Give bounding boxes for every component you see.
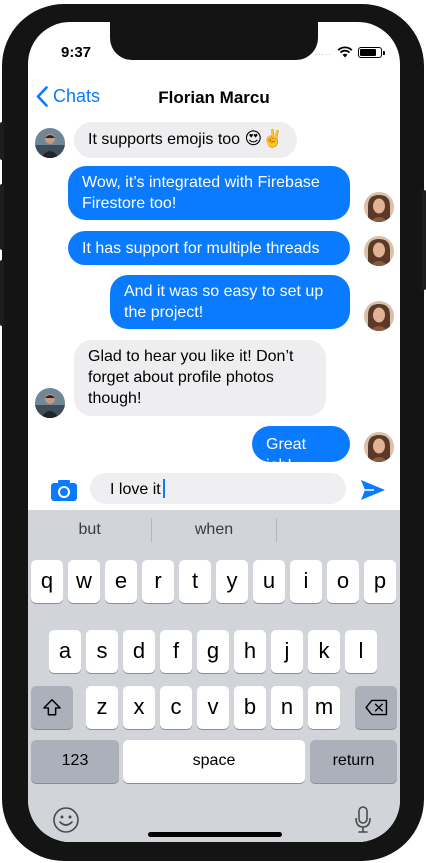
avatar-user (364, 192, 394, 222)
shift-key[interactable] (31, 686, 73, 729)
phone-frame: 9:37 ..... Chats Florian Marcu It suppor… (0, 4, 426, 861)
key-z[interactable]: z (86, 686, 118, 729)
key-p[interactable]: p (364, 560, 396, 603)
emoji-icon[interactable] (52, 806, 80, 834)
signal-indicator: ..... (314, 47, 332, 57)
avatar-florian (35, 128, 65, 158)
key-k[interactable]: k (308, 630, 340, 673)
conversation-title: Florian Marcu (158, 88, 270, 107)
message-line: Firestore too! (82, 195, 177, 212)
return-key[interactable]: return (310, 740, 397, 783)
avatar-florian (35, 388, 65, 418)
key-x[interactable]: x (123, 686, 155, 729)
numbers-key[interactable]: 123 (31, 740, 119, 783)
delete-key[interactable] (355, 686, 397, 729)
key-n[interactable]: n (271, 686, 303, 729)
key-d[interactable]: d (123, 630, 155, 673)
avatar-user (364, 432, 394, 462)
notch (110, 22, 318, 60)
message-line: Wow, it’s integrated with Firebase (82, 174, 320, 191)
volume-up-button (0, 184, 4, 250)
key-o[interactable]: o (327, 560, 359, 603)
key-j[interactable]: j (271, 630, 303, 673)
key-y[interactable]: y (216, 560, 248, 603)
status-time: 9:37 (61, 44, 92, 61)
shift-icon (43, 699, 61, 716)
key-m[interactable]: m (308, 686, 340, 729)
message-input-value: I love it (110, 481, 161, 498)
status-indicators: ..... (314, 46, 385, 58)
key-v[interactable]: v (197, 686, 229, 729)
key-t[interactable]: t (179, 560, 211, 603)
message-line: Glad to hear you like it! Don’t (88, 348, 294, 365)
key-a[interactable]: a (49, 630, 81, 673)
key-h[interactable]: h (234, 630, 266, 673)
key-g[interactable]: g (197, 630, 229, 673)
suggestion-3[interactable] (277, 510, 400, 550)
message-input[interactable]: I love it (90, 473, 346, 504)
message-bubble-outgoing[interactable]: Great job! (252, 426, 350, 474)
mic-icon[interactable] (354, 806, 372, 834)
key-l[interactable]: l (345, 630, 377, 673)
message-line: It has support for multiple threads (82, 240, 320, 257)
key-s[interactable]: s (86, 630, 118, 673)
key-q[interactable]: q (31, 560, 63, 603)
keyboard: but when q w e r t y u i o p a s d f g h (28, 510, 400, 842)
home-indicator[interactable] (148, 832, 282, 837)
camera-icon[interactable] (50, 478, 78, 502)
message-bubble-outgoing[interactable]: It has support for multiple threads (68, 231, 350, 265)
message-bubble-outgoing[interactable]: Wow, it’s integrated with Firebase Fires… (68, 166, 350, 220)
message-line: And it was so easy to set up (124, 283, 324, 300)
wifi-icon (337, 46, 353, 58)
key-r[interactable]: r (142, 560, 174, 603)
emoji: 😍✌️ (244, 129, 284, 148)
key-i[interactable]: i (290, 560, 322, 603)
send-icon[interactable] (360, 478, 386, 502)
key-w[interactable]: w (68, 560, 100, 603)
message-bubble-incoming[interactable]: It supports emojis too 😍✌️ (74, 122, 298, 158)
avatar-user (364, 236, 394, 266)
space-key[interactable]: space (123, 740, 305, 783)
key-f[interactable]: f (160, 630, 192, 673)
message-line: the project! (124, 304, 204, 321)
avatar-user (364, 301, 394, 331)
message-line: forget about profile photos (88, 369, 274, 386)
key-b[interactable]: b (234, 686, 266, 729)
suggestion-1[interactable]: but (28, 510, 151, 550)
message-line: though! (88, 390, 142, 407)
text-caret (162, 479, 165, 498)
power-button (422, 190, 426, 290)
message-line: Great job! (266, 436, 307, 474)
suggestion-bar: but when (28, 510, 400, 550)
key-u[interactable]: u (253, 560, 285, 603)
delete-icon (364, 699, 387, 716)
message-bubble-outgoing[interactable]: And it was so easy to set up the project… (110, 275, 350, 329)
volume-down-button (0, 260, 4, 326)
battery-icon (358, 46, 385, 58)
navigation-bar: Chats Florian Marcu (28, 80, 400, 120)
message-bubble-incoming[interactable]: Glad to hear you like it! Don’t forget a… (74, 340, 326, 416)
suggestion-2[interactable]: when (152, 510, 275, 550)
silent-switch (0, 122, 4, 160)
key-e[interactable]: e (105, 560, 137, 603)
screen: 9:37 ..... Chats Florian Marcu It suppor… (28, 22, 400, 842)
message-text: It supports emojis too (88, 131, 241, 148)
key-c[interactable]: c (160, 686, 192, 729)
